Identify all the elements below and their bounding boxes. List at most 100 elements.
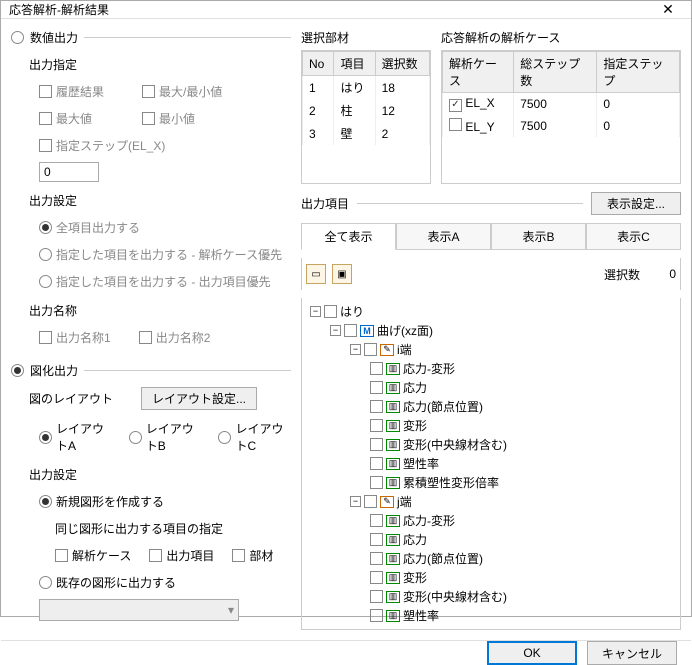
table-row[interactable]: 3壁2 [303,122,430,145]
max-check[interactable] [39,112,52,125]
tree-item[interactable]: ▥応力(節点位置) [306,549,676,568]
tree-item[interactable]: −✎j端 [306,492,676,511]
tree-check[interactable] [370,552,383,565]
tree-check[interactable] [370,609,383,622]
existing-fig-radio[interactable] [39,576,52,589]
tree-item[interactable]: ▥累積塑性変形倍率 [306,473,676,492]
tree-check[interactable] [370,400,383,413]
▥-icon: ▥ [386,382,400,394]
tree-item[interactable]: ▥変形 [306,416,676,435]
toggle-icon[interactable]: − [350,496,361,507]
out-items-label: 出力項目 [301,195,349,212]
table-row[interactable]: 2柱12 [303,99,430,122]
tab-all[interactable]: 全て表示 [301,223,396,250]
tree-check[interactable] [370,381,383,394]
tree-check[interactable] [370,514,383,527]
layoutA-radio[interactable] [39,431,52,444]
tree-item[interactable]: ▥塑性率 [306,454,676,473]
case-check[interactable] [449,118,462,131]
tree-item[interactable]: ▥応力 [306,378,676,397]
▥-icon: ▥ [386,534,400,546]
case-table: 解析ケース総ステップ数指定ステップ EL_X75000 EL_Y75000 [442,51,680,137]
tree-item[interactable]: ▥応力(節点位置) [306,397,676,416]
▥-icon: ▥ [386,458,400,470]
tree-item[interactable]: ▥応力-変形 [306,359,676,378]
case-label: 応答解析の解析ケース [441,29,681,50]
tree-check[interactable] [324,305,337,318]
tree-check[interactable] [364,343,377,356]
output-tree[interactable]: −はり−M曲げ(xz面)−✎i端▥応力-変形▥応力▥応力(節点位置)▥変形▥変形… [301,298,681,630]
tab-c[interactable]: 表示C [586,223,681,249]
spec-step-check[interactable] [39,139,52,152]
▥-icon: ▥ [386,439,400,451]
tree-item[interactable]: ▥変形(中央線材含む) [306,435,676,454]
toggle-icon[interactable]: − [330,325,341,336]
case-check[interactable] [55,549,68,562]
tree-check[interactable] [370,362,383,375]
ok-button[interactable]: OK [487,641,577,665]
maxmin-check[interactable] [142,85,155,98]
cancel-button[interactable]: キャンセル [587,641,677,665]
spec-out-radio[interactable] [39,275,52,288]
tab-b[interactable]: 表示B [491,223,586,249]
all-items-radio[interactable] [39,221,52,234]
layout-settings-button[interactable]: レイアウト設定... [141,387,257,410]
layoutC-radio[interactable] [218,431,231,444]
tree-item[interactable]: ▥応力-変形 [306,511,676,530]
tree-item[interactable]: ▥塑性率 [306,606,676,625]
graphic-output-radio[interactable] [11,364,24,377]
toggle-icon[interactable]: − [310,306,321,317]
sel-member-label: 選択部材 [301,29,431,50]
tree-item[interactable]: ▥変形(中央線材含む) [306,587,676,606]
step-input[interactable] [39,162,99,182]
tree-check[interactable] [370,438,383,451]
tree-item[interactable]: ▥応力 [306,530,676,549]
output-setting2-label: 出力設定 [29,466,291,483]
▥-icon: ▥ [386,572,400,584]
✎-icon: ✎ [380,496,394,508]
▥-icon: ▥ [386,477,400,489]
collapse-icon[interactable]: ▭ [306,264,326,284]
spec-case-radio[interactable] [39,248,52,261]
tree-check[interactable] [370,419,383,432]
tree-check[interactable] [370,571,383,584]
tree-item[interactable]: −M曲げ(xz面) [306,321,676,340]
tree-check[interactable] [370,533,383,546]
▥-icon: ▥ [386,591,400,603]
name1-check[interactable] [39,331,52,344]
sel-count-label: 選択数 [604,266,640,283]
layoutB-radio[interactable] [129,431,142,444]
tree-check[interactable] [370,457,383,470]
member-check[interactable] [232,549,245,562]
M-icon: M [360,325,374,337]
output-setting-label: 出力設定 [29,192,291,209]
outitem-check[interactable] [149,549,162,562]
display-settings-button[interactable]: 表示設定... [591,192,681,215]
✎-icon: ✎ [380,344,394,356]
▥-icon: ▥ [386,553,400,565]
output-name-label: 出力名称 [29,302,291,319]
table-row[interactable]: EL_Y75000 [443,115,680,137]
min-check[interactable] [142,112,155,125]
table-row[interactable]: EL_X75000 [443,93,680,115]
tree-item[interactable]: −✎i端 [306,340,676,359]
toggle-icon[interactable]: − [350,344,361,355]
tree-check[interactable] [370,590,383,603]
tree-check[interactable] [364,495,377,508]
expand-icon[interactable]: ▣ [332,264,352,284]
tree-check[interactable] [370,476,383,489]
tree-item[interactable]: −はり [306,302,676,321]
close-button[interactable]: ✕ [653,1,683,18]
tree-check[interactable] [344,324,357,337]
new-fig-radio[interactable] [39,495,52,508]
numeric-output-radio[interactable] [11,31,24,44]
history-check[interactable] [39,85,52,98]
case-check[interactable] [449,99,462,112]
table-row[interactable]: 1はり18 [303,76,430,100]
tab-a[interactable]: 表示A [396,223,491,249]
tree-item[interactable]: ▥変形 [306,568,676,587]
name2-check[interactable] [139,331,152,344]
existing-fig-select[interactable]: ▾ [39,599,239,621]
member-table: No項目選択数 1はり182柱123壁2 [302,51,430,145]
numeric-output-label: 数値出力 [30,29,78,46]
